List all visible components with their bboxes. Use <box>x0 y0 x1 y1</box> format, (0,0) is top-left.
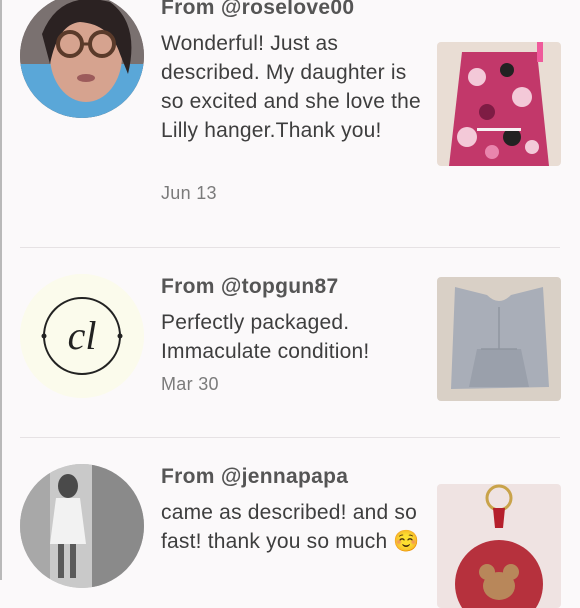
review-item: From @roselove00 Wonderful! Just as desc… <box>0 0 580 248</box>
reviewer-username[interactable]: From @topgun87 <box>161 275 339 299</box>
grey-top-icon <box>437 277 561 401</box>
avatar[interactable] <box>20 464 144 588</box>
svg-text:cl: cl <box>68 313 97 358</box>
listing-thumbnail[interactable] <box>437 277 561 401</box>
review-text: Perfectly packaged. Immaculate condition… <box>161 311 370 363</box>
reviewer-username[interactable]: From @roselove00 <box>161 0 354 20</box>
listing-thumbnail[interactable] <box>437 484 561 608</box>
review-date: Mar 30 <box>161 374 219 394</box>
review-item: From @jennapapa came as described! and s… <box>0 438 580 608</box>
reviewer-username[interactable]: From @jennapapa <box>161 465 348 489</box>
avatar[interactable] <box>20 0 144 118</box>
user-photo-icon <box>20 0 144 118</box>
cl-monogram-logo-icon: cl <box>20 274 144 398</box>
avatar[interactable]: cl <box>20 274 144 398</box>
mirror-keychain-icon <box>437 484 561 608</box>
user-photo-icon <box>20 464 144 588</box>
listing-thumbnail[interactable] <box>437 42 561 166</box>
review-text: came as described! and so fast! thank yo… <box>161 501 420 553</box>
review-item: cl From @topgun87 Perfectly packaged. Im… <box>0 248 580 438</box>
review-text: Wonderful! Just as described. My daughte… <box>161 32 421 142</box>
pink-floral-dress-icon <box>437 42 561 166</box>
review-date: Jun 13 <box>161 183 217 203</box>
